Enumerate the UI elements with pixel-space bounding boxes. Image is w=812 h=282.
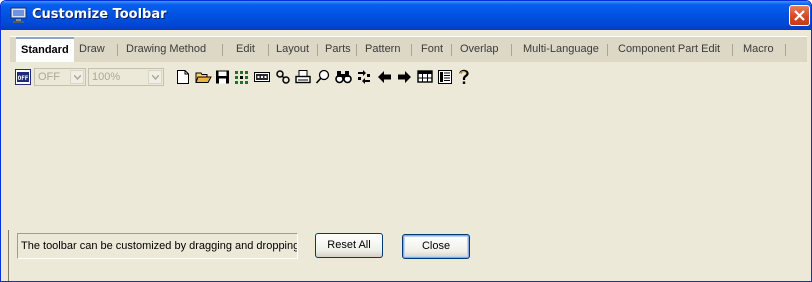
- tab-separator: [411, 44, 412, 56]
- reset-all-button[interactable]: Reset All: [315, 233, 383, 258]
- arrow-left-icon[interactable]: [377, 69, 392, 91]
- printer-setup-icon[interactable]: [275, 69, 291, 91]
- tab-separator: [222, 44, 223, 56]
- arrow-right-icon[interactable]: [397, 69, 412, 91]
- new-document-icon[interactable]: [176, 69, 190, 91]
- shuffle-arrows-icon[interactable]: [356, 69, 372, 91]
- tab-component-part-edit[interactable]: Component Part Edit: [618, 37, 720, 62]
- zoom-combo-value: 100%: [92, 71, 121, 83]
- tab-separator: [607, 44, 608, 56]
- zoom-glass-icon[interactable]: [315, 69, 331, 91]
- svg-text:OFF: OFF: [18, 75, 29, 82]
- print-icon[interactable]: [295, 69, 311, 91]
- tab-layout[interactable]: Layout: [276, 37, 309, 62]
- tab-separator: [451, 44, 452, 56]
- title-bar[interactable]: Customize Toolbar: [1, 1, 811, 30]
- tab-separator: [732, 44, 733, 56]
- tab-macro[interactable]: Macro: [743, 37, 774, 62]
- close-icon: [794, 10, 805, 21]
- tab-draw[interactable]: Draw: [79, 37, 105, 62]
- tab-pattern[interactable]: Pattern: [365, 37, 400, 62]
- tab-separator: [511, 44, 512, 56]
- tab-edit[interactable]: Edit: [236, 37, 255, 62]
- list-icon[interactable]: [437, 69, 453, 91]
- toolbar-preview: OFF OFF 100%: [15, 66, 515, 88]
- window-title: Customize Toolbar: [32, 7, 167, 22]
- chevron-down-icon: [70, 70, 84, 84]
- grid-dots-icon[interactable]: [234, 69, 249, 91]
- chevron-down-icon: [148, 70, 162, 84]
- tab-standard[interactable]: Standard: [16, 37, 74, 62]
- help-icon[interactable]: [458, 69, 470, 91]
- save-disk-icon[interactable]: [215, 69, 230, 91]
- close-window-button[interactable]: [789, 5, 810, 26]
- table-icon[interactable]: [417, 69, 433, 91]
- off-combo-value: OFF: [38, 71, 60, 83]
- tab-separator: [317, 44, 318, 56]
- tab-overlap[interactable]: Overlap: [460, 37, 499, 62]
- tab-drawing-method[interactable]: Drawing Method: [126, 37, 206, 62]
- close-button[interactable]: Close: [402, 234, 470, 259]
- tab-separator: [117, 44, 118, 56]
- tab-parts[interactable]: Parts: [325, 37, 351, 62]
- off-combo[interactable]: OFF: [34, 68, 86, 86]
- off-toggle-icon[interactable]: OFF: [15, 69, 31, 85]
- sim-icon[interactable]: [254, 69, 270, 91]
- open-folder-icon[interactable]: [195, 69, 212, 91]
- tab-multi-language[interactable]: Multi-Language: [523, 37, 599, 62]
- tab-font[interactable]: Font: [421, 37, 443, 62]
- window-edge: [8, 230, 9, 281]
- hint-text: The toolbar can be customized by draggin…: [17, 233, 298, 259]
- tab-separator: [356, 44, 357, 56]
- zoom-combo[interactable]: 100%: [88, 68, 164, 86]
- monitor-icon: [10, 7, 27, 23]
- binoculars-icon[interactable]: [335, 69, 352, 91]
- tab-bar: Standard Draw Drawing Method Edit Layout…: [10, 36, 807, 62]
- customize-toolbar-window: Customize Toolbar Standard Draw Drawing …: [0, 0, 812, 282]
- tab-separator: [268, 44, 269, 56]
- tab-separator: [785, 44, 786, 56]
